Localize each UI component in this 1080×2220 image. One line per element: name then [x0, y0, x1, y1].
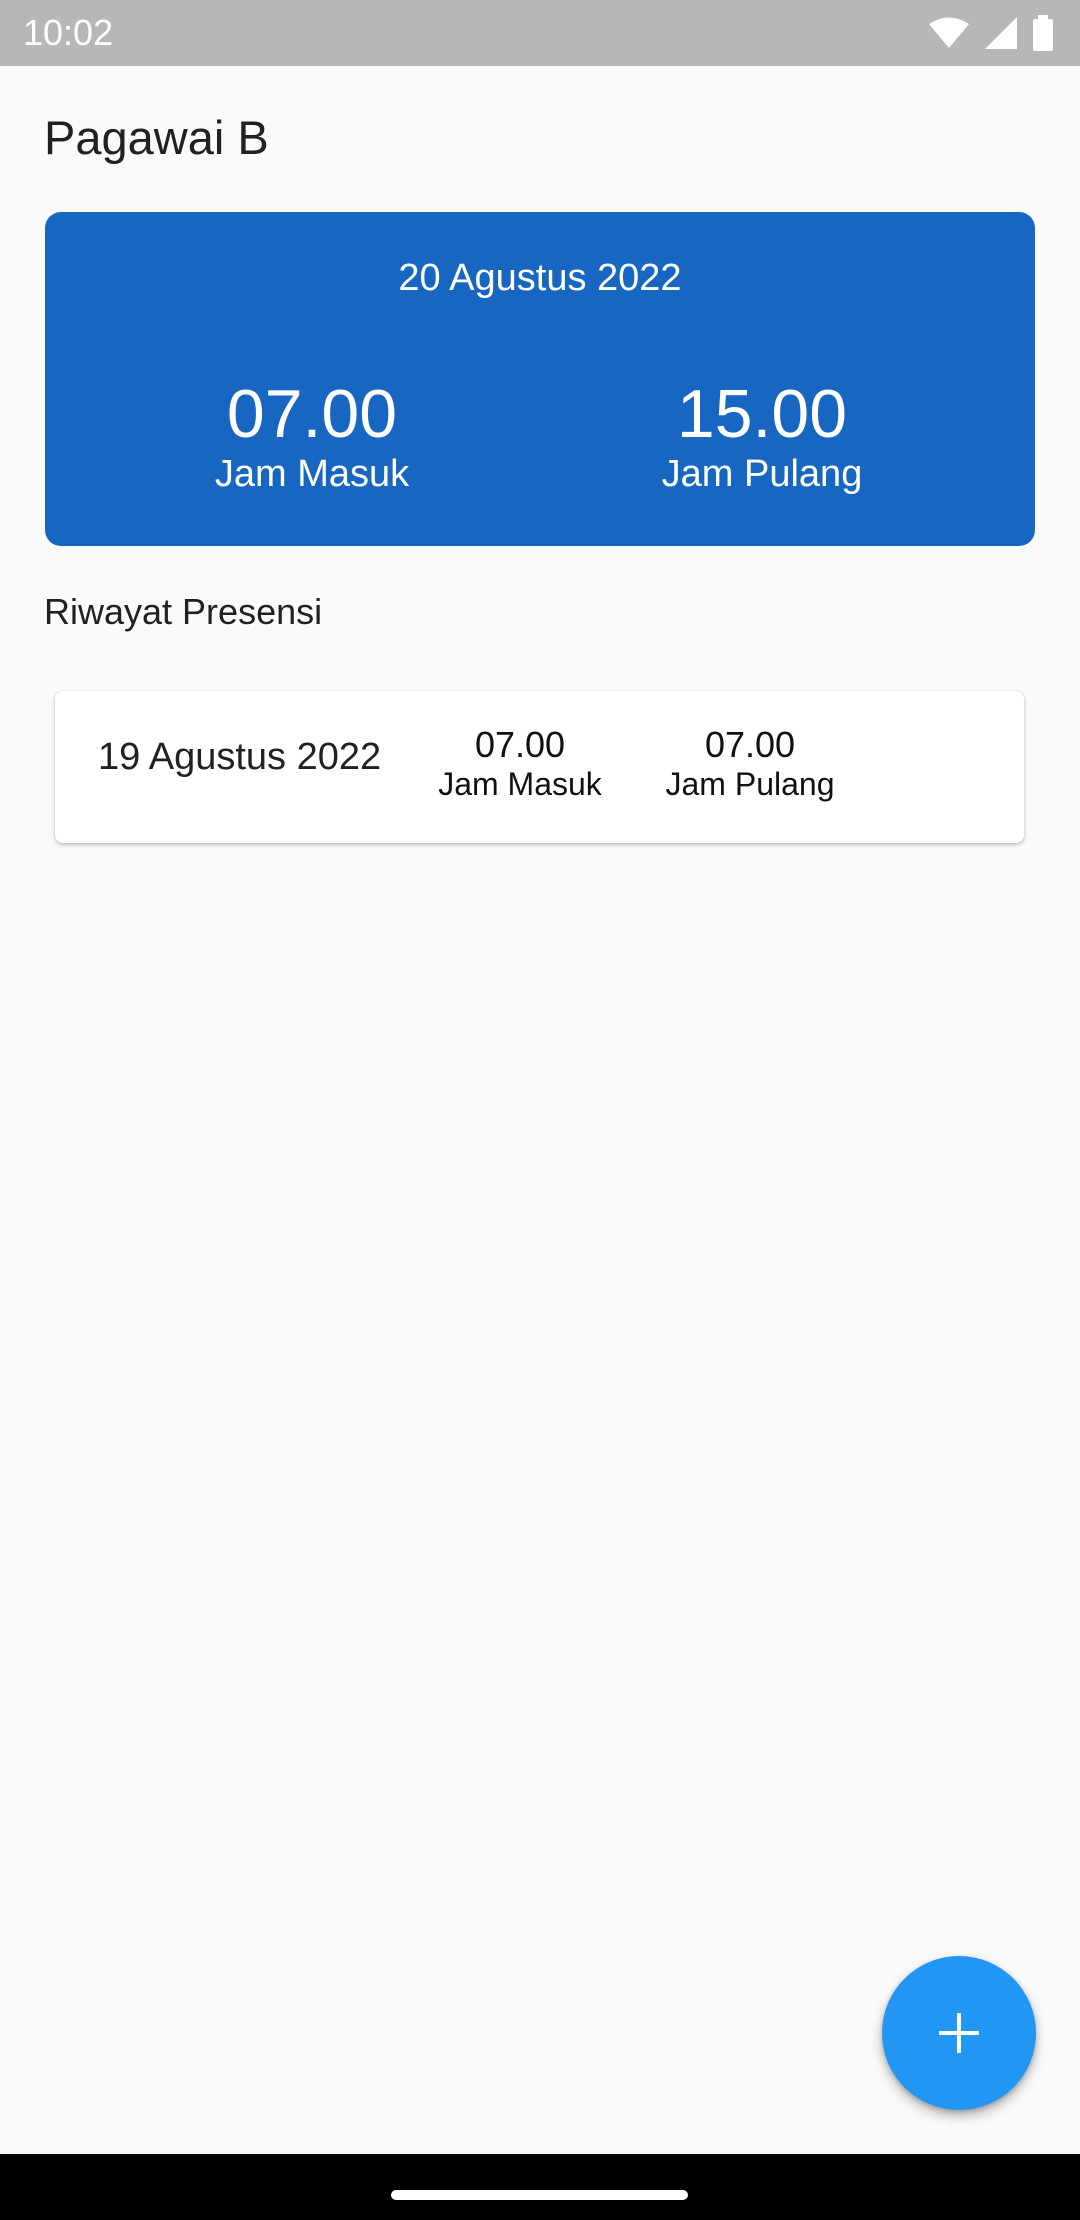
today-check-out-label: Jam Pulang	[661, 453, 863, 495]
history-check-out-label: Jam Pulang	[665, 766, 835, 802]
history-date: 19 Agustus 2022	[98, 736, 382, 778]
history-section-title: Riwayat Presensi	[44, 591, 323, 632]
navigation-bar	[0, 2154, 1080, 2220]
status-bar: 10:02	[0, 0, 1080, 66]
history-check-in-time: 07.00	[474, 724, 566, 765]
today-check-in: 07.00 Jam Masuk	[162, 380, 462, 496]
history-check-out: 07.00 Jam Pulang	[640, 725, 860, 803]
status-time: 10:02	[23, 12, 114, 53]
today-check-out-time: 15.00	[676, 376, 848, 452]
signal-icon	[985, 17, 1017, 49]
plus-icon	[939, 2013, 979, 2053]
today-check-in-label: Jam Masuk	[214, 453, 410, 495]
today-date: 20 Agustus 2022	[398, 257, 682, 299]
history-check-in-label: Jam Masuk	[438, 766, 602, 802]
today-check-in-time: 07.00	[226, 376, 398, 452]
history-check-out-time: 07.00	[704, 724, 796, 765]
today-check-out: 15.00 Jam Pulang	[612, 380, 912, 496]
wifi-icon	[929, 17, 969, 48]
list-item[interactable]: 19 Agustus 2022 07.00 Jam Masuk 07.00 Ja…	[55, 691, 1024, 843]
history-list: 19 Agustus 2022 07.00 Jam Masuk 07.00 Ja…	[55, 691, 1024, 843]
today-attendance-card: 20 Agustus 2022 07.00 Jam Masuk 15.00 Ja…	[45, 212, 1035, 546]
history-check-in: 07.00 Jam Masuk	[410, 725, 630, 803]
home-handle[interactable]	[391, 2190, 688, 2200]
add-attendance-button[interactable]	[882, 1956, 1036, 2110]
status-icons	[928, 14, 1054, 52]
battery-icon	[1033, 15, 1053, 51]
page-title: Pagawai B	[44, 111, 269, 164]
